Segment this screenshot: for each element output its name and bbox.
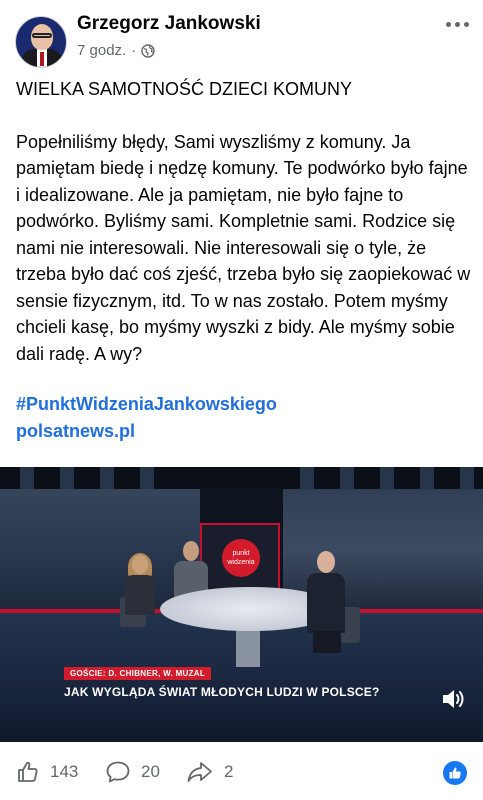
speaker-icon[interactable] — [441, 687, 467, 711]
share-arrow-icon — [187, 762, 212, 782]
guest-woman — [125, 553, 155, 615]
lower-third: GOŚCIE: D. CHIBNER, W. MUZAL JAK WYGLĄDA… — [64, 663, 380, 699]
studio-window-left — [0, 467, 200, 617]
table-stand — [236, 627, 260, 667]
meta-separator: · — [131, 42, 137, 59]
post-header: Grzegorz Jankowski 7 godz. · — [0, 0, 483, 70]
post-title: WIELKA SAMOTNOŚĆ DZIECI KOMUNY — [16, 79, 353, 99]
studio-ceiling — [0, 467, 483, 489]
show-logo: punkt widzenia — [222, 539, 260, 577]
like-button[interactable]: 143 — [16, 760, 78, 784]
like-reaction-icon[interactable] — [441, 759, 469, 787]
post-meta: 7 godz. · — [77, 42, 155, 59]
host — [305, 551, 347, 653]
like-count: 143 — [50, 762, 79, 781]
video-headline: JAK WYGLĄDA ŚWIAT MŁODYCH LUDZI W POLSCE… — [64, 685, 380, 699]
share-count: 2 — [224, 762, 234, 781]
globe-icon — [141, 43, 155, 58]
action-bar: 143 20 2 — [0, 742, 483, 800]
comment-bubble-icon — [106, 761, 130, 783]
post-body: Popełniliśmy błędy, Sami wyszliśmy z kom… — [16, 131, 471, 364]
share-button[interactable]: 2 — [186, 760, 233, 784]
author-name[interactable]: Grzegorz Jankowski — [77, 13, 261, 35]
avatar[interactable] — [15, 16, 67, 68]
post-time[interactable]: 7 godz. — [77, 42, 126, 59]
comment-count: 20 — [141, 762, 160, 781]
video-player[interactable]: punkt widzenia GOŚCIE: D. CHIBNER, W. MU… — [0, 467, 483, 742]
post-text: WIELKA SAMOTNOŚĆ DZIECI KOMUNY Popełnili… — [16, 76, 471, 444]
comment-button[interactable]: 20 — [105, 760, 160, 784]
more-options-icon[interactable] — [446, 22, 469, 27]
source-link[interactable]: polsatnews.pl — [16, 418, 471, 445]
guests-label: GOŚCIE: D. CHIBNER, W. MUZAL — [64, 667, 212, 680]
thumbs-up-icon — [18, 761, 38, 782]
hashtag-link[interactable]: #PunktWidzeniaJankowskiego — [16, 391, 471, 418]
